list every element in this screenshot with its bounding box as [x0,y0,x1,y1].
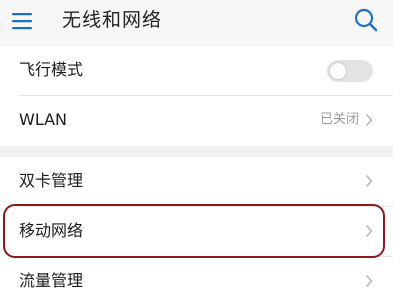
airplane-mode-row[interactable]: 飞行模式 [0,46,393,96]
search-icon[interactable] [353,7,379,33]
data-usage-row[interactable]: 流量管理 [0,257,393,297]
app-header: 无线和网络 [0,0,393,44]
mobile-network-row[interactable]: 移动网络 [0,207,393,257]
data-usage-label: 流量管理 [19,271,84,290]
chevron-right-icon [365,113,373,127]
wlan-label: WLAN [19,110,68,129]
settings-group-network: 双卡管理 移动网络 流量管理 [0,157,393,297]
wlan-status: 已关闭 [319,112,359,127]
settings-group-connectivity: 飞行模式 WLAN 已关闭 [0,46,393,146]
chevron-right-icon [365,174,373,188]
airplane-mode-label: 飞行模式 [19,60,84,79]
mobile-network-label: 移动网络 [19,221,84,240]
chevron-right-icon [365,274,373,288]
dual-sim-row[interactable]: 双卡管理 [0,157,393,207]
airplane-mode-toggle[interactable] [327,60,373,82]
toggle-knob [330,63,346,79]
page-title: 无线和网络 [62,9,163,31]
chevron-right-icon [365,224,373,238]
hamburger-menu-icon[interactable] [11,9,37,33]
wlan-row[interactable]: WLAN 已关闭 [0,96,393,146]
dual-sim-label: 双卡管理 [19,171,84,190]
